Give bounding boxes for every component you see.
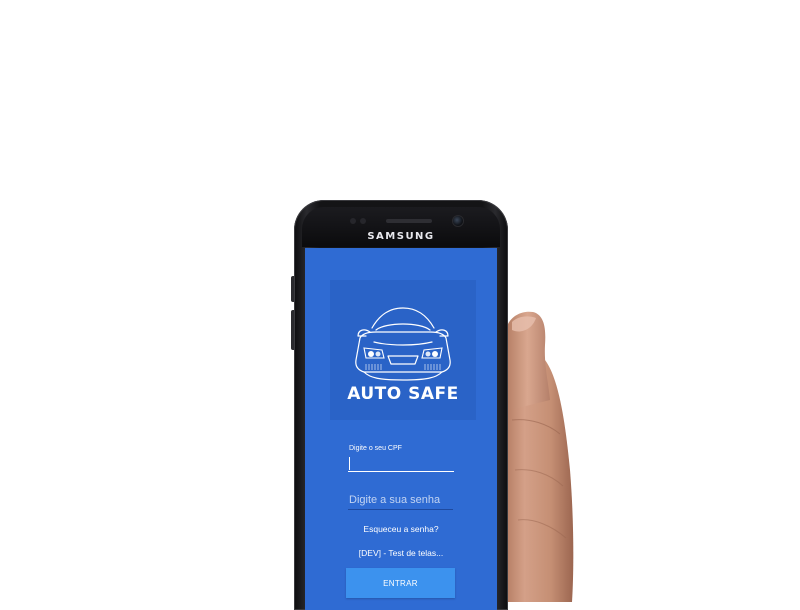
- logo-title: AUTO SAFE: [347, 384, 459, 404]
- phone-brand-label: SAMSUNG: [367, 231, 435, 242]
- app-logo: AUTO SAFE: [330, 280, 476, 420]
- front-camera-icon: [453, 216, 463, 226]
- text-cursor: [349, 457, 350, 470]
- enter-button[interactable]: ENTRAR: [346, 568, 455, 598]
- forgot-password-link[interactable]: Esqueceu a senha?: [305, 524, 497, 534]
- mockup-stage: SAMSUNG AUTO SAFE Digite o seu CPF Esque…: [0, 0, 800, 610]
- phone-bezel-top: SAMSUNG: [302, 207, 500, 247]
- light-sensor-icon: [360, 218, 366, 224]
- cpf-label: Digite o seu CPF: [349, 445, 402, 452]
- volume-down-button: [291, 310, 294, 350]
- password-input[interactable]: [348, 491, 453, 510]
- dev-test-screens-link[interactable]: [DEV] - Test de telas...: [305, 548, 497, 558]
- earpiece-speaker: [386, 219, 432, 223]
- proximity-sensor-icon: [350, 218, 356, 224]
- volume-up-button: [291, 276, 294, 302]
- app-screen: AUTO SAFE Digite o seu CPF Esqueceu a se…: [305, 248, 497, 610]
- cpf-input[interactable]: [348, 455, 454, 472]
- phone-device: SAMSUNG AUTO SAFE Digite o seu CPF Esque…: [291, 200, 508, 610]
